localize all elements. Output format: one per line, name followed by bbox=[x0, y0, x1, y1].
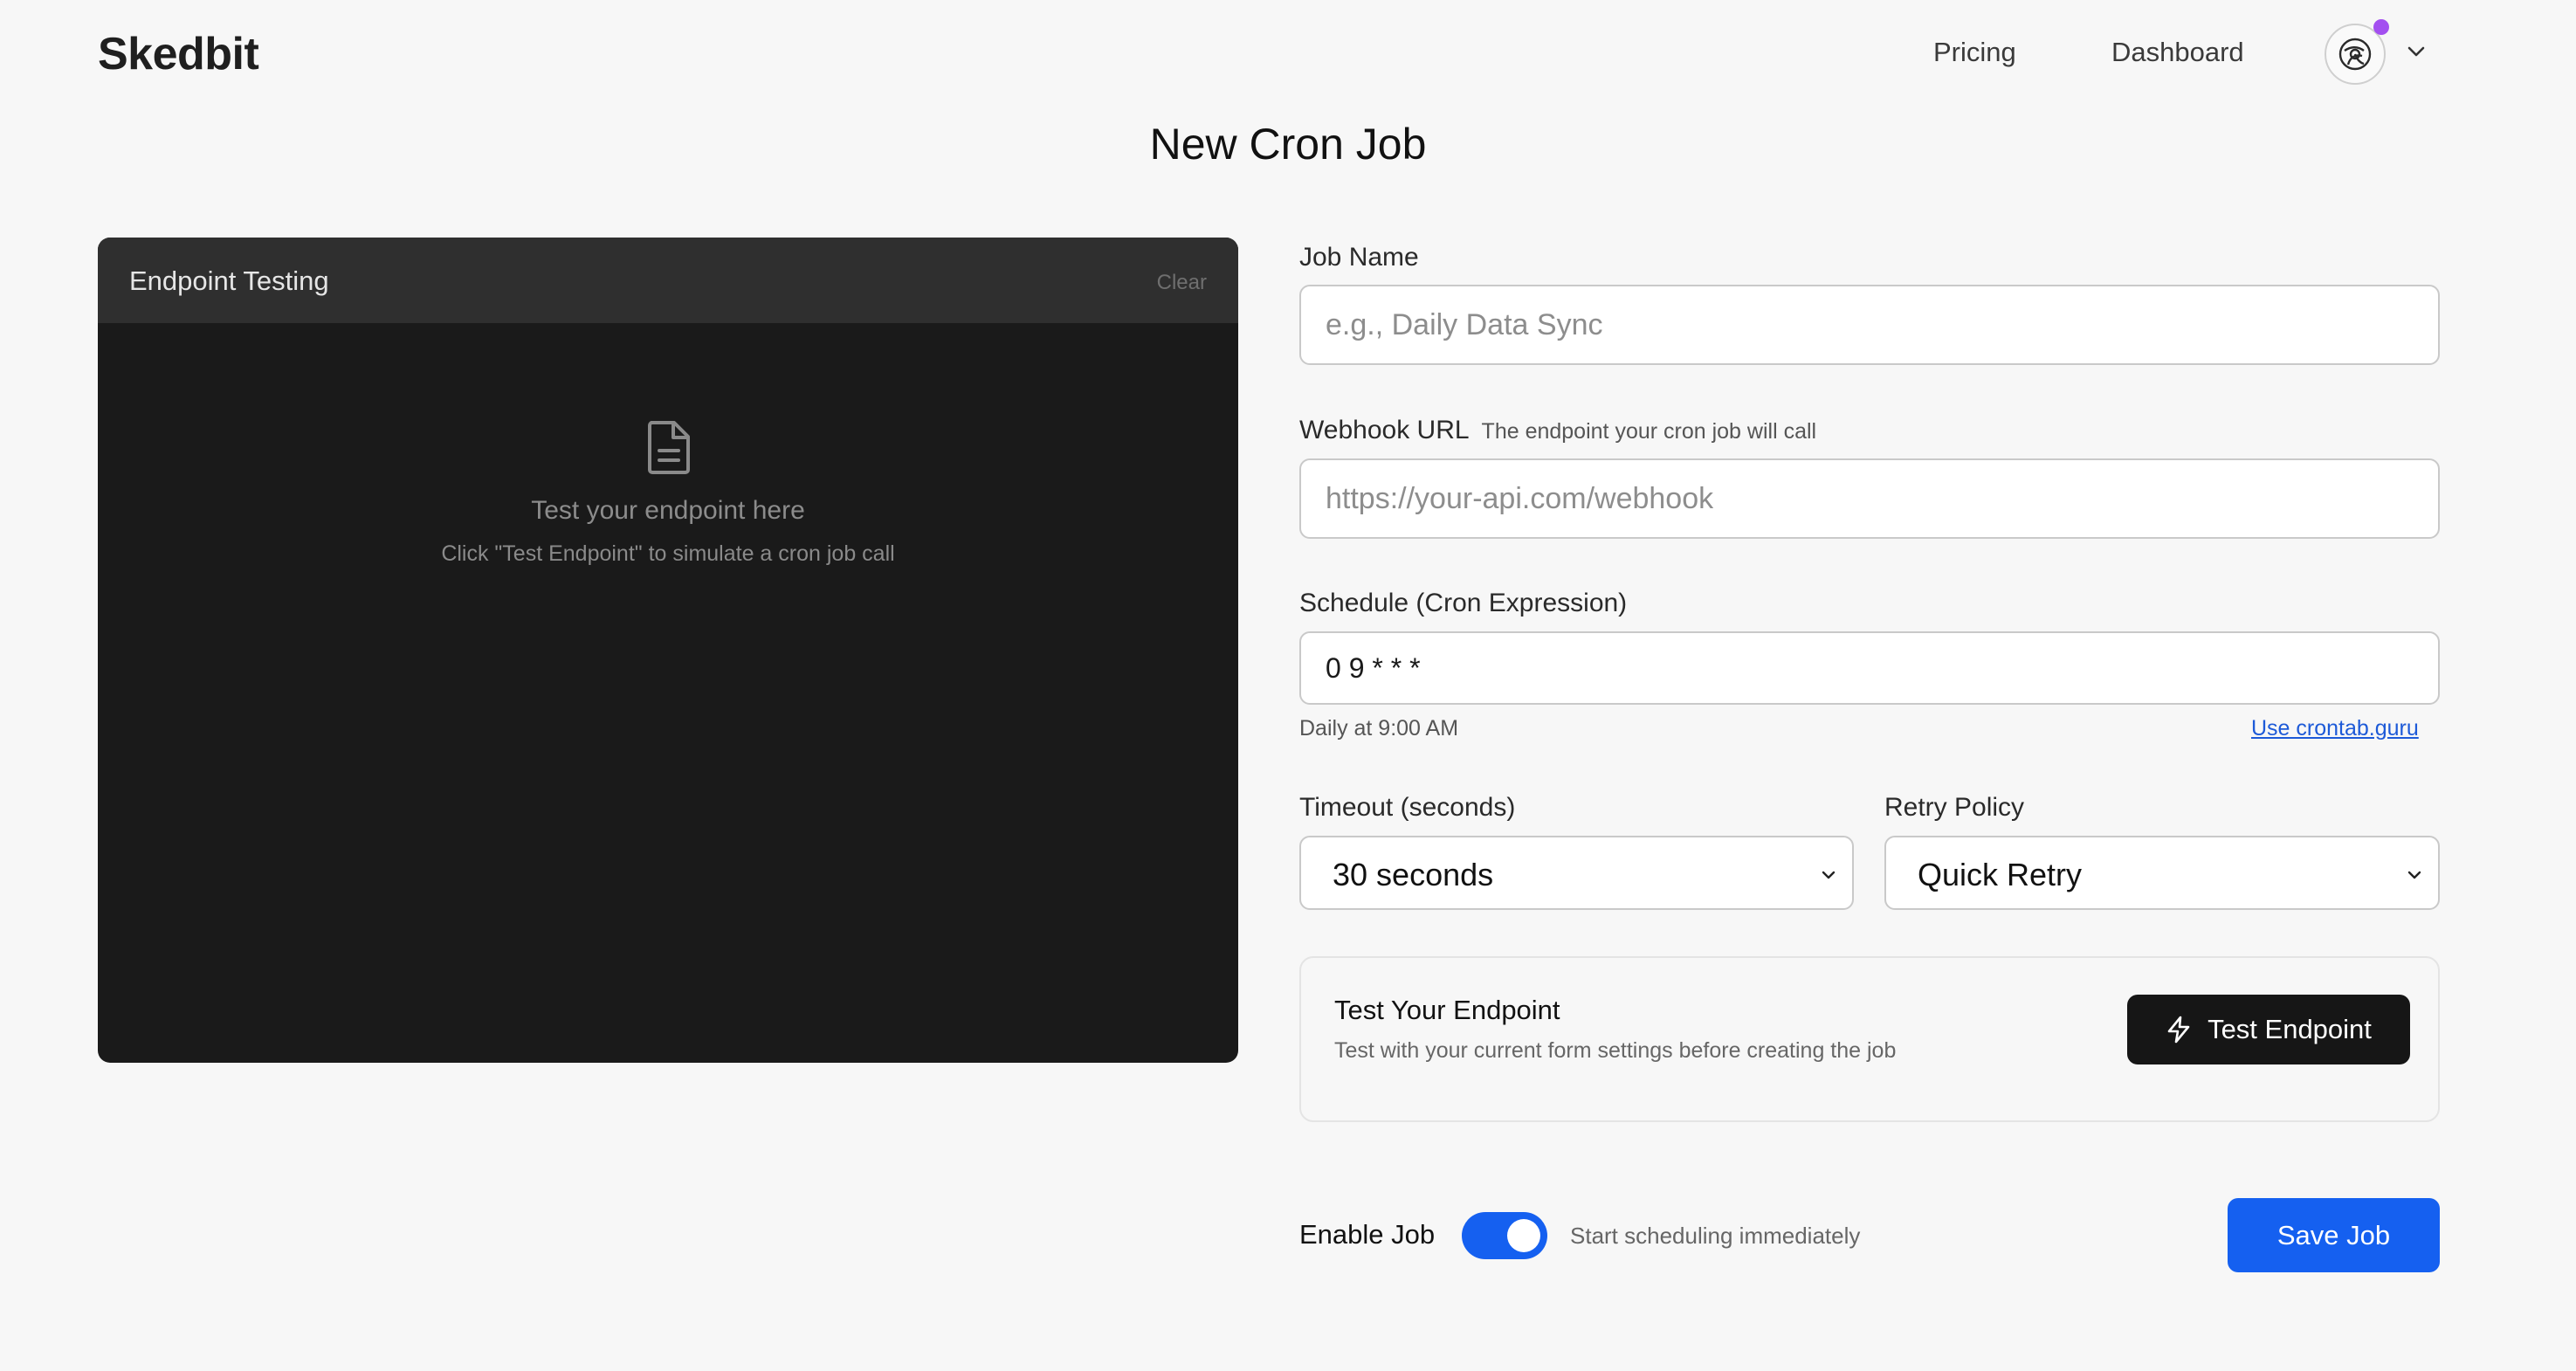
page-title: New Cron Job bbox=[1149, 120, 1427, 169]
nav-pricing-link[interactable]: Pricing bbox=[1933, 37, 2016, 68]
schedule-label: Schedule (Cron Expression) bbox=[1299, 589, 1628, 617]
webhook-url-label-text: Webhook URL bbox=[1299, 416, 1470, 444]
job-name-input[interactable] bbox=[1299, 285, 2440, 365]
empty-state-subtitle: Click "Test Endpoint" to simulate a cron… bbox=[441, 541, 895, 566]
test-endpoint-button-label: Test Endpoint bbox=[2208, 1014, 2372, 1044]
panel-header: Endpoint Testing Clear bbox=[98, 238, 1238, 323]
nav-dashboard-link[interactable]: Dashboard bbox=[2111, 37, 2244, 68]
timeout-selected-value: 30 seconds bbox=[1333, 857, 1494, 892]
lightning-icon bbox=[2167, 1016, 2190, 1044]
clear-button[interactable]: Clear bbox=[1157, 271, 1207, 295]
enable-job-label: Enable Job bbox=[1299, 1219, 1436, 1250]
empty-state-title: Test your endpoint here bbox=[531, 496, 805, 525]
test-endpoint-button[interactable]: Test Endpoint bbox=[2127, 995, 2410, 1064]
chevron-down-icon bbox=[1822, 871, 1836, 879]
retry-policy-label: Retry Policy bbox=[1884, 793, 2025, 822]
cron-expression-input[interactable] bbox=[1299, 631, 2440, 705]
job-name-label: Job Name bbox=[1299, 243, 1419, 272]
notification-dot bbox=[2373, 19, 2389, 35]
chevron-down-icon bbox=[2407, 871, 2421, 879]
webhook-url-hint: The endpoint your cron job will call bbox=[1481, 419, 1817, 444]
toggle-knob bbox=[1507, 1219, 1540, 1252]
test-endpoint-card: Test Your Endpoint Test with your curren… bbox=[1299, 956, 2440, 1122]
test-card-subtitle: Test with your current form settings bef… bbox=[1334, 1038, 1897, 1063]
endpoint-testing-panel: Endpoint Testing Clear Test your endpoin… bbox=[98, 238, 1238, 1063]
retry-policy-select[interactable]: Quick Retry bbox=[1884, 836, 2440, 910]
enable-job-toggle[interactable] bbox=[1462, 1212, 1547, 1259]
test-card-title: Test Your Endpoint bbox=[1334, 995, 1560, 1025]
brand-logo[interactable]: Skedbit bbox=[98, 28, 259, 80]
panel-title: Endpoint Testing bbox=[129, 265, 329, 296]
top-nav: Skedbit Pricing Dashboard bbox=[0, 0, 2576, 108]
schedule-description: Daily at 9:00 AM bbox=[1299, 716, 1459, 741]
document-icon bbox=[648, 421, 690, 474]
retry-policy-selected-value: Quick Retry bbox=[1918, 857, 2083, 892]
crontab-guru-link[interactable]: Use crontab.guru bbox=[2251, 716, 2419, 741]
webhook-url-input[interactable] bbox=[1299, 458, 2440, 539]
enable-job-hint: Start scheduling immediately bbox=[1570, 1223, 1861, 1249]
user-avatar-icon bbox=[2338, 38, 2372, 71]
save-job-button[interactable]: Save Job bbox=[2228, 1198, 2440, 1272]
webhook-url-label: Webhook URL The endpoint your cron job wi… bbox=[1299, 416, 1816, 445]
timeout-select[interactable]: 30 seconds bbox=[1299, 836, 1854, 910]
timeout-label: Timeout (seconds) bbox=[1299, 793, 1516, 822]
chevron-down-icon[interactable] bbox=[2403, 38, 2429, 65]
